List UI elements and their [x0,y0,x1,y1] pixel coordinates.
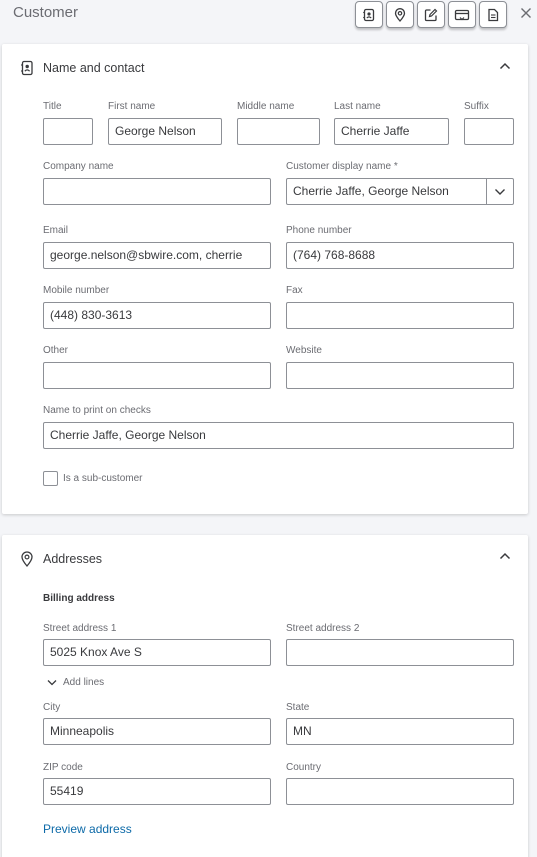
edit-icon [424,8,438,22]
chevron-up-icon [499,552,511,560]
street2-label: Street address 2 [286,623,360,634]
contact-card-button[interactable] [355,1,383,28]
zip-label: ZIP code [43,762,83,773]
display-name-select[interactable]: Cherrie Jaffe, George Nelson [286,178,514,205]
payment-button[interactable] [448,1,476,28]
location-button[interactable] [386,1,414,28]
company-name-label: Company name [43,161,114,172]
name-and-contact-section: Name and contact Title First name George… [2,44,528,514]
website-field[interactable] [286,362,514,389]
edit-button[interactable] [417,1,445,28]
sub-customer-label: Is a sub-customer [63,473,143,484]
other-field[interactable] [43,362,271,389]
collapse-name-contact-button[interactable] [498,60,512,72]
city-field[interactable]: Minneapolis [43,718,271,745]
chevron-down-icon [47,679,57,686]
title-field[interactable] [43,118,93,145]
zip-field[interactable]: 55419 [43,778,271,805]
print-name-label: Name to print on checks [43,405,151,416]
phone-label: Phone number [286,225,352,236]
company-name-field[interactable] [43,178,271,205]
last-name-label: Last name [334,101,381,112]
fax-field[interactable] [286,302,514,329]
first-name-label: First name [108,101,156,112]
fax-label: Fax [286,285,303,296]
city-label: City [43,702,61,713]
last-name-field[interactable]: Cherrie Jaffe [334,118,449,145]
sub-customer-checkbox[interactable] [43,471,58,486]
add-lines-label: Add lines [63,677,105,688]
addresses-section: Addresses Billing address Street address… [2,535,528,857]
print-name-field[interactable]: Cherrie Jaffe, George Nelson [43,422,514,449]
panel-title: Customer [13,4,79,21]
section-title-addresses: Addresses [43,552,103,566]
contact-card-icon [362,8,376,22]
add-lines-toggle[interactable]: Add lines [47,677,104,688]
document-icon [486,8,500,22]
location-pin-icon [18,550,36,568]
display-name-value: Cherrie Jaffe, George Nelson [293,184,449,198]
state-label: State [286,702,310,713]
display-name-dropdown-button[interactable] [487,179,513,204]
document-button[interactable] [479,1,507,28]
middle-name-label: Middle name [237,101,295,112]
collapse-addresses-button[interactable] [498,550,512,562]
contact-card-icon [18,59,36,77]
first-name-field[interactable]: George Nelson [108,118,222,145]
section-title-name-contact: Name and contact [43,61,145,75]
payment-icon [454,8,470,22]
state-field[interactable]: MN [286,718,514,745]
email-label: Email [43,225,69,236]
phone-field[interactable]: (764) 768-8688 [286,242,514,269]
mobile-field[interactable]: (448) 830-3613 [43,302,271,329]
street2-field[interactable] [286,639,514,666]
suffix-label: Suffix [464,101,489,112]
title-label: Title [43,101,62,112]
panel-header: Customer [0,0,537,36]
street1-field[interactable]: 5025 Knox Ave S [43,639,271,666]
country-label: Country [286,762,322,773]
billing-address-heading: Billing address [43,593,115,604]
location-pin-icon [393,7,407,22]
website-label: Website [286,345,322,356]
email-field[interactable]: george.nelson@sbwire.com, cherrie [43,242,271,269]
close-button[interactable] [517,4,535,22]
mobile-label: Mobile number [43,285,110,296]
other-label: Other [43,345,69,356]
display-name-label: Customer display name * [286,161,398,172]
chevron-up-icon [499,62,511,70]
close-icon [520,7,532,19]
chevron-down-icon [494,188,506,196]
middle-name-field[interactable] [237,118,320,145]
street1-label: Street address 1 [43,623,117,634]
suffix-field[interactable] [464,118,514,145]
country-field[interactable] [286,778,514,805]
preview-address-link[interactable]: Preview address [43,822,132,836]
